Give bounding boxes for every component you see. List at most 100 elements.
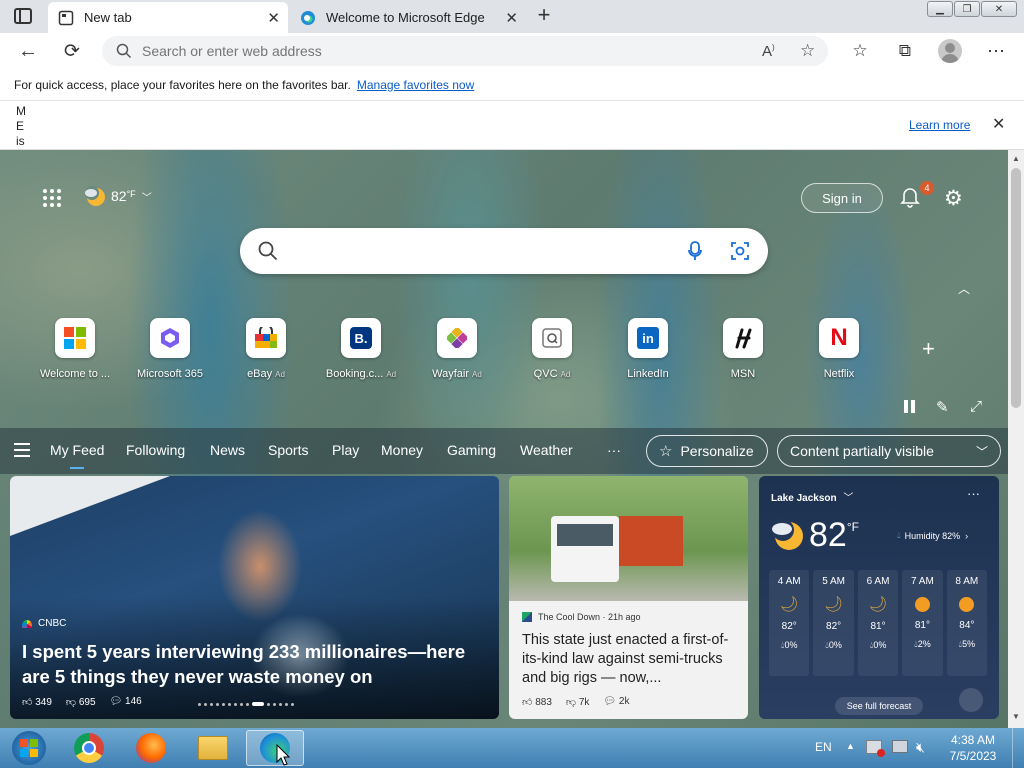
weather-card[interactable]: Lake Jackson ﹀ ··· 82 °F 💧︎ Humidity 82%… [759,476,999,719]
display-icon[interactable] [892,740,908,753]
quick-link-ebay[interactable]: eBay Ad [218,318,314,380]
scroll-down-arrow-icon[interactable]: ▼ [1012,712,1020,721]
weather-location[interactable]: Lake Jackson ﹀ [771,489,853,504]
moon-cloud-icon [84,184,108,208]
pause-background-icon[interactable] [903,400,917,414]
article-headline[interactable]: I spent 5 years interviewing 233 million… [22,639,482,689]
close-icon[interactable]: ✕ [992,114,1005,134]
weather-cursor-icon[interactable] [959,688,983,712]
microphone-icon[interactable] [688,241,702,264]
feed-tab-news[interactable]: News [210,442,245,458]
edit-background-icon[interactable]: ✎ [936,398,949,416]
taskbar-chrome[interactable] [62,730,116,766]
like-button[interactable]: 👍︎ 883 [522,696,552,708]
chevron-down-icon: ﹀ [141,192,152,204]
learn-more-link[interactable]: Learn more [909,118,970,132]
info-bar-text: M E is [16,104,26,149]
profile-avatar[interactable] [938,39,962,63]
see-full-forecast-button[interactable]: See full forecast [835,697,923,715]
msn-logo-icon [723,318,763,358]
favorites-icon[interactable]: ☆ [848,39,872,63]
quick-link-linkedin[interactable]: in LinkedIn [600,318,696,380]
taskbar-edge[interactable] [246,730,304,766]
feed-tab-play[interactable]: Play [332,442,359,458]
quick-link-qvc[interactable]: QVC Ad [504,318,600,380]
chrome-icon [74,733,104,763]
show-hidden-icons-icon[interactable]: ▲ [846,741,855,751]
content-visibility-dropdown[interactable]: Content partially visible ﹀ [777,435,1001,467]
network-status-icon[interactable] [866,740,885,757]
like-button[interactable]: 👍︎ 349 [22,696,52,708]
hour-time: 4 AM [777,576,801,587]
quick-link-label: LinkedIn [627,368,669,380]
quick-link-netflix[interactable]: N Netflix [791,318,887,380]
expand-icon[interactable]: ⤢ [970,398,982,415]
feed-tab-sports[interactable]: Sports [268,442,308,458]
close-tab-icon[interactable]: ✕ [267,9,280,27]
clock[interactable]: 4:38 AM 7/5/2023 [945,732,1001,764]
manage-favorites-link[interactable]: Manage favorites now [357,78,474,92]
hamburger-menu-icon[interactable] [14,443,30,457]
article-card-main[interactable]: CNBC I spent 5 years interviewing 233 mi… [10,476,499,719]
quick-link-msn[interactable]: MSN [695,318,791,380]
apps-launcher-icon[interactable] [42,188,62,208]
quick-link-wayfair[interactable]: Wayfair Ad [409,318,505,380]
quick-link-microsoft-365[interactable]: Microsoft 365 [122,318,218,380]
dislike-count: 7k [578,697,590,708]
notifications-bell-icon[interactable]: 4 [899,181,934,210]
feed-tab-following[interactable]: Following [126,442,185,458]
temp-unit: °F [846,520,859,534]
new-tab-button[interactable]: + [534,4,554,28]
humidity-link[interactable]: 💧︎ Humidity 82% › [897,530,968,541]
more-tabs-button[interactable]: ··· [607,442,621,458]
article-headline[interactable]: This state just enacted a first-of-its-k… [522,631,738,688]
language-indicator[interactable]: EN [815,740,832,754]
quick-link-booking[interactable]: B. Booking.c... Ad [313,318,409,380]
collapse-chevron-up-icon[interactable]: ︿ [958,280,970,297]
dislike-button[interactable]: 👎︎ 695 [66,696,96,708]
address-bar[interactable]: A) ☆ [102,36,828,66]
volume-muted-icon[interactable]: 🔇︎ [916,739,925,756]
feed-tab-my-feed[interactable]: My Feed [50,442,104,458]
page-scrollbar[interactable]: ▲ ▼ [1008,150,1024,728]
back-icon[interactable]: ← [16,39,40,63]
show-desktop-button[interactable] [1012,728,1024,768]
personalize-button[interactable]: ☆ Personalize [646,435,768,467]
weather-widget[interactable]: 82 °F ﹀ [84,184,152,208]
start-button[interactable] [2,730,56,766]
close-window-button[interactable]: ✕ [981,1,1017,17]
sign-in-button[interactable]: Sign in [801,183,883,213]
comment-button[interactable]: 💬︎ 146 [110,696,142,708]
scroll-up-arrow-icon[interactable]: ▲ [1012,154,1020,163]
scrollbar-thumb[interactable] [1011,168,1021,408]
read-aloud-icon[interactable]: A) [762,43,775,60]
article-card-second[interactable]: The Cool Down · 21h ago This state just … [509,476,748,719]
feed-tab-money[interactable]: Money [381,442,423,458]
settings-more-icon[interactable]: ⋯ [984,39,1008,63]
tab-new-tab[interactable]: New tab ✕ [48,2,288,33]
bing-search-box[interactable] [240,228,768,274]
tab-welcome-edge[interactable]: Welcome to Microsoft Edge ✕ [290,2,526,33]
tab-actions-icon[interactable] [14,8,32,24]
feed-tab-weather[interactable]: Weather [520,442,573,458]
comment-button[interactable]: 💬︎ 2k [603,696,629,708]
close-tab-icon[interactable]: ✕ [505,9,518,27]
taskbar-file-explorer[interactable] [186,730,240,766]
humidity-value: Humidity 82% [904,530,961,541]
refresh-icon[interactable]: ⟳ [60,39,84,63]
add-favorite-icon[interactable]: ☆ [800,41,815,61]
restore-button[interactable]: ❐ [954,1,980,17]
add-quick-link-icon[interactable]: + [922,336,935,362]
collections-icon[interactable]: ⧉ [893,39,917,63]
taskbar-firefox[interactable] [124,730,178,766]
page-settings-gear-icon[interactable]: ⚙ [944,186,963,211]
more-options-icon[interactable]: ··· [967,486,980,501]
hourly-forecast: 4 AM 🌙︎ 82° 💧︎0% 5 AM 🌙︎ 82° 💧︎0% 6 AM 🌙… [769,570,988,676]
address-input[interactable] [142,43,702,59]
minimize-button[interactable]: ▁ [927,1,953,17]
feed-tab-gaming[interactable]: Gaming [447,442,496,458]
quick-link-welcome[interactable]: Welcome to ... [27,318,123,380]
carousel-dots[interactable] [198,702,294,706]
visual-search-icon[interactable] [730,241,750,264]
dislike-button[interactable]: 👎︎ 7k [566,696,590,708]
